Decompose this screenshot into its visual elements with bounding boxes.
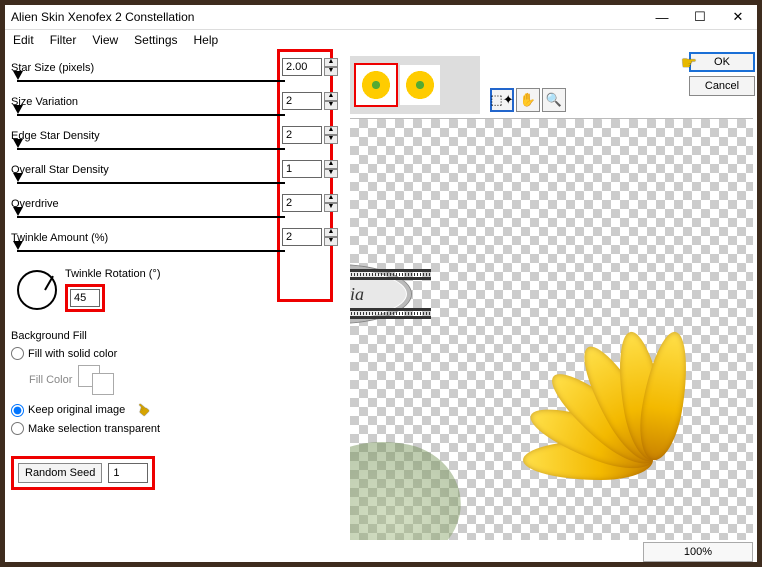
window-title: Alien Skin Xenofex 2 Constellation	[11, 10, 643, 24]
slider-thumb[interactable]	[13, 71, 23, 80]
menu-bar: Edit Filter View Settings Help	[5, 30, 757, 52]
preset-thumbnails	[350, 56, 480, 114]
spin-up[interactable]: ▲	[324, 228, 338, 237]
slider-twinkle-amount[interactable]	[17, 250, 285, 252]
radio-keep-original[interactable]: Keep original image ☛	[11, 399, 344, 421]
zoom-indicator[interactable]: 100%	[643, 542, 753, 562]
input-edge-density[interactable]	[282, 126, 322, 144]
fill-color-label: Fill Color	[29, 374, 72, 386]
sunflower-graphic	[513, 320, 753, 540]
maximize-button[interactable]: ☐	[681, 5, 719, 30]
twinkle-rotation-group: Twinkle Rotation (°)	[11, 268, 344, 312]
random-seed-button[interactable]: Random Seed	[18, 463, 102, 483]
menu-settings[interactable]: Settings	[134, 33, 177, 47]
tool-zoom-icon[interactable]: 🔍	[542, 88, 566, 112]
slider-thumb[interactable]	[13, 207, 23, 216]
watermark-stamp: claudia	[350, 264, 412, 324]
fill-color-swatch-back[interactable]	[92, 373, 114, 395]
pointing-hand-icon: ☛	[130, 398, 154, 423]
radio-fill-solid-input[interactable]	[11, 347, 24, 360]
cancel-button[interactable]: Cancel	[689, 76, 755, 96]
param-edge-density: Edge Star Density ▲▼	[11, 122, 344, 156]
slider-edge-density[interactable]	[17, 148, 285, 150]
ok-button[interactable]: OK	[689, 52, 755, 72]
menu-edit[interactable]: Edit	[13, 33, 34, 47]
radio-keep-original-label: Keep original image	[28, 404, 125, 416]
parameters-panel: Star Size (pixels) ▲▼ Size Variation ▲▼	[5, 52, 350, 562]
slider-thumb[interactable]	[13, 241, 23, 250]
highlight-rotation-box	[65, 284, 105, 312]
menu-help[interactable]: Help	[194, 33, 219, 47]
input-twinkle-rotation[interactable]	[70, 289, 100, 307]
radio-make-transparent[interactable]: Make selection transparent	[11, 421, 344, 436]
dialog-window: Alien Skin Xenofex 2 Constellation — ☐ ✕…	[5, 5, 757, 562]
title-bar: Alien Skin Xenofex 2 Constellation — ☐ ✕	[5, 5, 757, 30]
param-overall-density: Overall Star Density ▲▼	[11, 156, 344, 190]
slider-thumb[interactable]	[13, 105, 23, 114]
spin-down[interactable]: ▼	[324, 67, 338, 76]
param-size-variation: Size Variation ▲▼	[11, 88, 344, 122]
slider-overdrive[interactable]	[17, 216, 285, 218]
close-button[interactable]: ✕	[719, 5, 757, 30]
leaf-graphic	[350, 425, 472, 540]
pointing-hand-icon: ☛	[681, 53, 697, 74]
preview-toolbar: ⬚✦ ✋ 🔍	[490, 88, 566, 112]
param-star-size: Star Size (pixels) ▲▼	[11, 54, 344, 88]
preview-panel: ☛ OK Cancel ⬚✦ ✋ 🔍 claudia	[350, 52, 757, 562]
input-overdrive[interactable]	[282, 194, 322, 212]
tool-hand-icon[interactable]: ✋	[516, 88, 540, 112]
spin-up[interactable]: ▲	[324, 92, 338, 101]
slider-thumb[interactable]	[13, 173, 23, 182]
slider-thumb[interactable]	[13, 139, 23, 148]
background-fill-header: Background Fill	[11, 330, 344, 342]
param-overdrive: Overdrive ▲▼	[11, 190, 344, 224]
tool-marquee-icon[interactable]: ⬚✦	[490, 88, 514, 112]
radio-fill-solid[interactable]: Fill with solid color	[11, 346, 344, 361]
spin-down[interactable]: ▼	[324, 203, 338, 212]
input-star-size[interactable]	[282, 58, 322, 76]
input-twinkle-amount[interactable]	[282, 228, 322, 246]
spin-up[interactable]: ▲	[324, 126, 338, 135]
thumbnail-1[interactable]	[356, 65, 396, 105]
rotation-dial-icon[interactable]	[17, 270, 57, 310]
spin-up[interactable]: ▲	[324, 58, 338, 67]
radio-keep-original-input[interactable]	[11, 404, 24, 417]
input-overall-density[interactable]	[282, 160, 322, 178]
spin-up[interactable]: ▲	[324, 160, 338, 169]
menu-view[interactable]: View	[92, 33, 118, 47]
spin-down[interactable]: ▼	[324, 135, 338, 144]
slider-size-variation[interactable]	[17, 114, 285, 116]
spin-down[interactable]: ▼	[324, 169, 338, 178]
input-size-variation[interactable]	[282, 92, 322, 110]
radio-make-transparent-label: Make selection transparent	[28, 423, 160, 435]
spin-down[interactable]: ▼	[324, 101, 338, 110]
preview-area[interactable]: claudia	[350, 118, 753, 540]
param-twinkle-amount: Twinkle Amount (%) ▲▼	[11, 224, 344, 258]
radio-fill-solid-label: Fill with solid color	[28, 348, 117, 360]
menu-filter[interactable]: Filter	[50, 33, 77, 47]
slider-overall-density[interactable]	[17, 182, 285, 184]
fill-color-row: Fill Color	[11, 361, 344, 399]
label-twinkle-rotation: Twinkle Rotation (°)	[65, 268, 161, 280]
random-seed-input[interactable]	[108, 463, 148, 483]
background-fill-group: Background Fill Fill with solid color Fi…	[11, 330, 344, 436]
spin-down[interactable]: ▼	[324, 237, 338, 246]
slider-star-size[interactable]	[17, 80, 285, 82]
spin-up[interactable]: ▲	[324, 194, 338, 203]
minimize-button[interactable]: —	[643, 5, 681, 30]
thumbnail-2[interactable]	[400, 65, 440, 105]
random-seed-group: Random Seed	[11, 456, 155, 490]
radio-make-transparent-input[interactable]	[11, 422, 24, 435]
